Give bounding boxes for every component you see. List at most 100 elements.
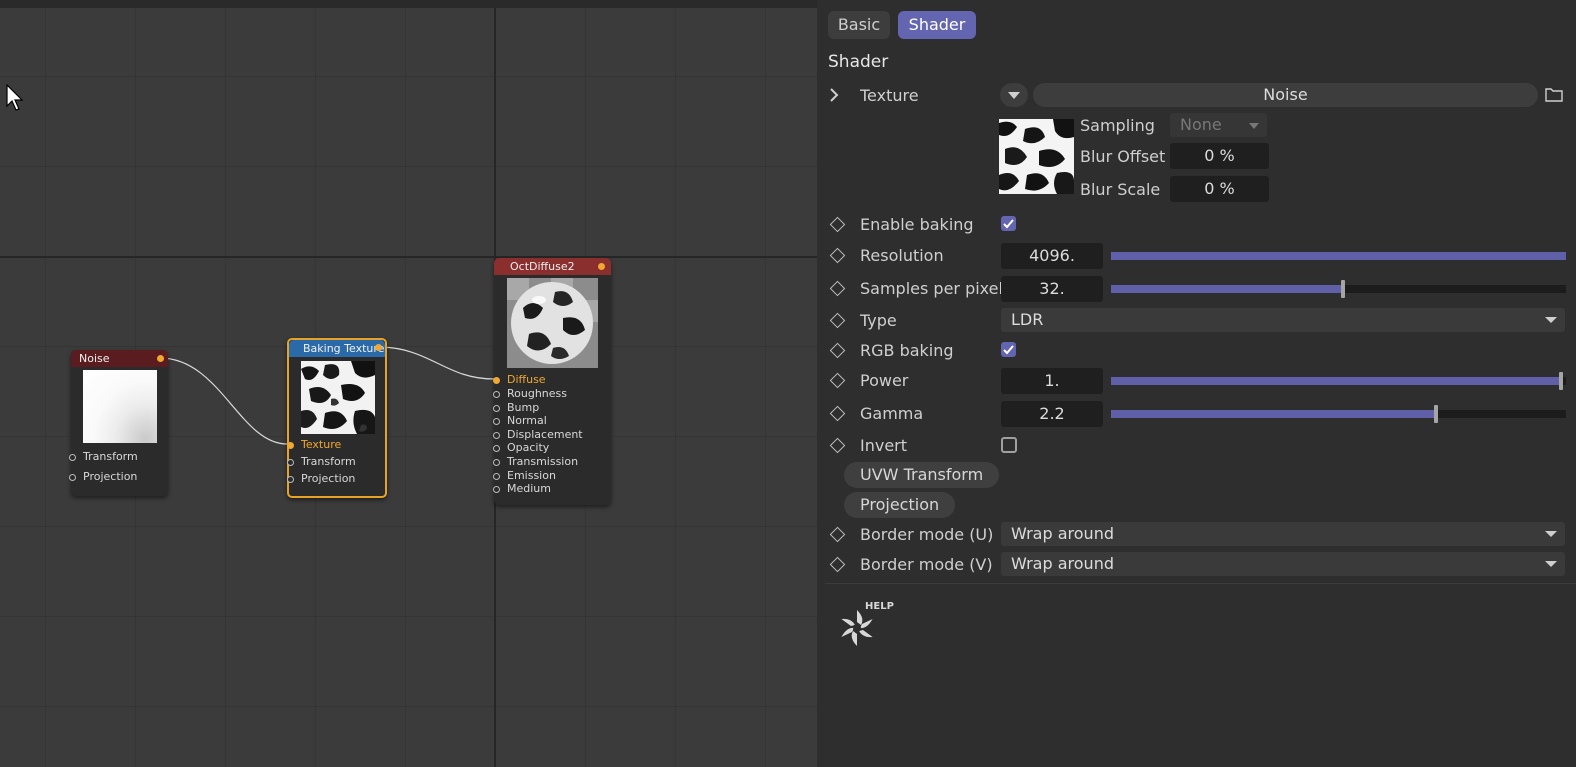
power-row: Power 1. [817, 368, 1576, 394]
diffuse-port-medium[interactable]: Medium [493, 482, 551, 495]
chevron-down-icon [1545, 561, 1557, 567]
keyframe-diamond-icon[interactable] [829, 556, 846, 573]
power-slider[interactable] [1111, 372, 1566, 390]
keyframe-diamond-icon[interactable] [829, 247, 846, 264]
checkmark-icon [1003, 345, 1014, 355]
chevron-down-icon [1545, 317, 1557, 323]
oct-diffuse-node[interactable]: OctDiffuse2 Diffuse Roughness Bump Norma… [493, 258, 611, 505]
chevron-right-icon[interactable] [829, 88, 839, 102]
keyframe-diamond-icon[interactable] [829, 312, 846, 329]
diffuse-port-roughness[interactable]: Roughness [493, 387, 568, 400]
keyframe-diamond-icon[interactable] [829, 526, 846, 543]
baking-port-transform[interactable]: Transform [287, 455, 356, 468]
enable-baking-checkbox[interactable] [1001, 216, 1016, 231]
uvw-transform-button[interactable]: UVW Transform [844, 462, 1000, 488]
blur-offset-field[interactable]: 0 % [1170, 143, 1269, 169]
sampling-label: Sampling [1080, 116, 1155, 135]
sampling-dropdown[interactable]: None [1170, 113, 1267, 137]
diffuse-port-emission[interactable]: Emission [493, 469, 556, 482]
diffuse-port-normal[interactable]: Normal [493, 414, 547, 427]
baking-output-port[interactable] [375, 344, 382, 351]
texture-label: Texture [860, 86, 919, 105]
samples-slider-knob[interactable] [1341, 280, 1346, 298]
tab-basic[interactable]: Basic [828, 11, 890, 39]
resolution-slider[interactable] [1111, 252, 1566, 260]
enable-baking-label: Enable baking [860, 215, 974, 234]
attribute-panel: Basic Shader Shader Texture Noise Sampli… [817, 0, 1576, 767]
port-label: Texture [301, 438, 342, 451]
help-button[interactable]: HELP [835, 600, 894, 654]
panel-divider [825, 583, 1576, 584]
keyframe-diamond-icon[interactable] [829, 342, 846, 359]
rgb-baking-checkbox[interactable] [1001, 342, 1016, 357]
mouse-cursor-icon [6, 84, 24, 111]
border-v-dropdown[interactable]: Wrap around [1001, 552, 1565, 576]
type-label: Type [860, 311, 897, 330]
port-label: Roughness [507, 387, 568, 400]
invert-checkbox[interactable] [1001, 437, 1017, 453]
invert-row: Invert [817, 433, 1576, 459]
blur-scale-label: Blur Scale [1080, 180, 1161, 199]
power-slider-fill [1111, 377, 1562, 385]
border-u-label: Border mode (U) [860, 525, 994, 544]
samples-label: Samples per pixel [860, 279, 1003, 298]
keyframe-diamond-icon[interactable] [829, 372, 846, 389]
node-editor[interactable]: Noise Transform Projection Baking Textur… [0, 0, 817, 767]
diffuse-port-transmission[interactable]: Transmission [493, 455, 578, 468]
baking-port-projection[interactable]: Projection [287, 472, 356, 485]
power-slider-knob[interactable] [1559, 372, 1564, 390]
diffuse-port-opacity[interactable]: Opacity [493, 441, 549, 454]
port-label: Diffuse [507, 373, 546, 386]
gamma-row: Gamma 2.2 [817, 401, 1576, 427]
diffuse-output-port[interactable] [598, 263, 605, 270]
noise-port-projection[interactable]: Projection [69, 470, 137, 483]
samples-slider[interactable] [1111, 280, 1566, 298]
port-label: Displacement [507, 428, 583, 441]
port-label: Transform [301, 455, 356, 468]
noise-output-port[interactable] [157, 355, 164, 362]
noise-node[interactable]: Noise Transform Projection [69, 350, 168, 496]
baking-node-preview [301, 361, 375, 434]
tab-shader[interactable]: Shader [898, 11, 976, 39]
gamma-slider-knob[interactable] [1434, 405, 1439, 423]
keyframe-diamond-icon[interactable] [829, 437, 846, 454]
gamma-field[interactable]: 2.2 [1001, 401, 1103, 427]
blur-scale-field[interactable]: 0 % [1170, 176, 1269, 202]
gamma-slider[interactable] [1111, 405, 1566, 423]
diffuse-port-diffuse[interactable]: Diffuse [493, 373, 546, 386]
baking-port-texture[interactable]: Texture [287, 438, 342, 451]
diffuse-port-displacement[interactable]: Displacement [493, 428, 583, 441]
baking-texture-node[interactable]: Baking Texture Texture Transform Project… [287, 338, 387, 498]
texture-link-field[interactable]: Noise [1033, 83, 1538, 107]
diffuse-port-bump[interactable]: Bump [493, 401, 539, 414]
resolution-label: Resolution [860, 246, 944, 265]
border-u-dropdown[interactable]: Wrap around [1001, 522, 1565, 546]
border-v-value: Wrap around [1011, 554, 1114, 573]
texture-row: Texture Noise [817, 83, 1576, 109]
keyframe-diamond-icon[interactable] [829, 216, 846, 233]
projection-button[interactable]: Projection [844, 492, 956, 518]
power-field[interactable]: 1. [1001, 368, 1103, 394]
keyframe-diamond-icon[interactable] [829, 280, 846, 297]
border-u-value: Wrap around [1011, 524, 1114, 543]
help-label: HELP [865, 601, 894, 612]
keyframe-diamond-icon[interactable] [829, 405, 846, 422]
samples-field[interactable]: 32. [1001, 276, 1103, 302]
border-u-row: Border mode (U) Wrap around [817, 522, 1576, 548]
resolution-slider-fill [1111, 252, 1566, 260]
texture-menu-button[interactable] [1000, 83, 1028, 107]
noise-port-transform[interactable]: Transform [69, 450, 138, 463]
resolution-field[interactable]: 4096. [1001, 243, 1103, 269]
border-v-label: Border mode (V) [860, 555, 993, 574]
folder-icon[interactable] [1545, 87, 1563, 102]
resolution-row: Resolution 4096. [817, 243, 1576, 269]
type-dropdown[interactable]: LDR [1001, 308, 1565, 332]
blur-offset-label: Blur Offset [1080, 147, 1166, 166]
port-label: Projection [301, 472, 356, 485]
texture-link-value: Noise [1263, 85, 1308, 104]
chevron-down-icon [1008, 92, 1020, 99]
rgb-baking-row: RGB baking [817, 338, 1576, 364]
samples-row: Samples per pixel 32. [817, 276, 1576, 302]
sampling-value: None [1180, 115, 1222, 134]
type-value: LDR [1011, 310, 1044, 329]
